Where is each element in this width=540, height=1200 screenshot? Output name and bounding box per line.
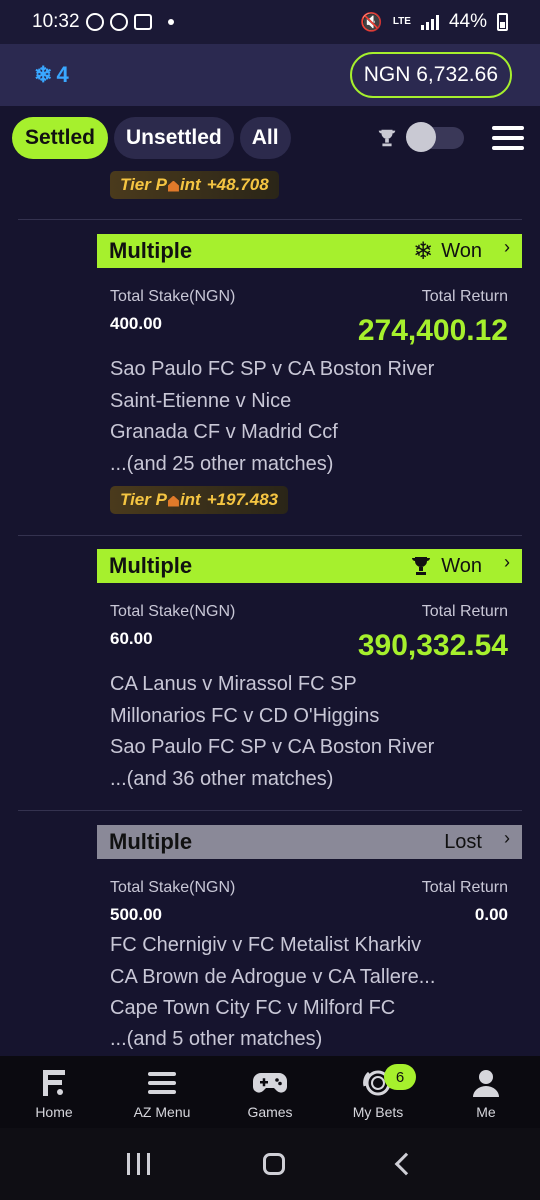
bet-type: Multiple	[109, 829, 193, 854]
home-icon	[43, 1068, 65, 1098]
bet-header[interactable]: Multiple Lost ›	[97, 825, 522, 859]
stake-label: Total Stake(NGN)	[110, 603, 236, 620]
return-value: 390,332.54	[357, 629, 508, 662]
match-item: Saint-Etienne v Nice	[110, 390, 292, 412]
tier-house-icon	[167, 180, 179, 192]
match-item: Cape Town City FC v Milford FC	[110, 997, 396, 1019]
won-only-toggle[interactable]	[406, 122, 464, 152]
return-value: 0.00	[474, 905, 508, 924]
snowflake-icon: ❄	[34, 62, 53, 87]
system-home-icon[interactable]	[262, 1153, 285, 1175]
status-bar: 10:32 🔇 LTE 44%	[0, 0, 540, 44]
nav-home[interactable]: Home	[0, 1056, 108, 1128]
trophy-icon	[412, 557, 431, 575]
hamburger-menu-icon[interactable]	[492, 126, 524, 150]
bet-labels: Total Stake(NGN) Total Return	[110, 288, 508, 306]
divider	[18, 219, 522, 220]
tab-all[interactable]: All	[239, 117, 291, 159]
status-left: 10:32	[32, 11, 174, 33]
match-item: Sao Paulo FC SP v CA Boston River	[110, 358, 435, 380]
tier-point-value: +197.483	[206, 490, 279, 509]
bet-type: Multiple	[109, 238, 193, 263]
divider	[18, 810, 522, 811]
bet-status: ❄ Won ›	[413, 236, 510, 265]
menu-icon	[148, 1068, 176, 1098]
bet-type: Multiple	[109, 553, 193, 578]
bet-status: Won ›	[409, 551, 510, 578]
bet-status: Lost ›	[444, 827, 510, 853]
match-item: Millonarios FC v CD O'Higgins	[110, 705, 380, 727]
stake-value: 400.00	[110, 314, 162, 333]
more-matches: ...(and 5 other matches)	[110, 1028, 323, 1050]
tier-point-badge: Tier Pint +197.483	[110, 486, 289, 514]
more-matches: ...(and 36 other matches)	[110, 768, 334, 790]
status-right: 🔇 LTE 44%	[360, 11, 508, 33]
tier-house-icon	[167, 495, 179, 507]
whatsapp-icon	[85, 13, 104, 31]
stake-value: 60.00	[110, 629, 153, 648]
match-item: Sao Paulo FC SP v CA Boston River	[110, 736, 435, 758]
nav-me[interactable]: Me	[432, 1056, 540, 1128]
bet-labels: Total Stake(NGN) Total Return	[110, 879, 508, 897]
mute-icon: 🔇	[360, 11, 383, 32]
stake-value: 500.00	[110, 905, 162, 924]
whatsapp-icon	[109, 13, 128, 31]
bet-header[interactable]: Multiple ❄ Won ›	[97, 234, 522, 268]
chevron-right-icon: ›	[504, 551, 510, 572]
tier-point-badge: Tier Pint +48.708	[110, 171, 279, 199]
balance-text: NGN 6,732.66	[363, 63, 498, 86]
top-header: ❄ 4 NGN 6,732.66	[0, 44, 540, 106]
filter-bar: Settled Unsettled All	[0, 106, 540, 170]
bet-header[interactable]: Multiple Won ›	[97, 549, 522, 583]
freebet-counter[interactable]: ❄ 4	[34, 62, 69, 88]
signal-icon	[420, 14, 439, 30]
trophy-filter	[376, 122, 464, 152]
bets-count-badge: 6	[384, 1064, 416, 1090]
nav-az-menu[interactable]: AZ Menu	[108, 1056, 216, 1128]
chevron-right-icon: ›	[504, 827, 510, 848]
battery-icon	[497, 13, 508, 31]
bet-labels: Total Stake(NGN) Total Return	[110, 603, 508, 621]
return-value: 274,400.12	[357, 314, 508, 347]
more-matches: ...(and 25 other matches)	[110, 453, 334, 475]
back-icon[interactable]	[394, 1152, 417, 1176]
return-label: Total Return	[421, 288, 508, 305]
gallery-icon	[133, 14, 152, 30]
snowflake-icon: ❄	[413, 237, 434, 265]
freebet-count: 4	[56, 62, 69, 87]
person-icon	[473, 1068, 499, 1098]
divider	[18, 535, 522, 536]
tier-point-value: +48.708	[206, 175, 269, 194]
stake-label: Total Stake(NGN)	[110, 288, 236, 305]
balance-pill[interactable]: NGN 6,732.66	[349, 52, 512, 98]
match-item: FC Chernigiv v FC Metalist Kharkiv	[110, 934, 422, 956]
return-label: Total Return	[421, 603, 508, 620]
trophy-icon	[378, 129, 396, 147]
match-item: Granada CF v Madrid Ccf	[110, 421, 338, 443]
match-item: CA Lanus v Mirassol FC SP	[110, 673, 357, 695]
notification-dot-icon	[167, 19, 174, 25]
lte-indicator: LTE	[392, 16, 411, 27]
return-label: Total Return	[421, 879, 508, 896]
chevron-right-icon: ›	[504, 236, 510, 257]
match-item: CA Brown de Adrogue v CA Tallere...	[110, 966, 436, 988]
battery-percent: 44%	[448, 11, 487, 32]
tab-unsettled[interactable]: Unsettled	[114, 117, 234, 159]
nav-my-bets[interactable]: 6 My Bets	[324, 1056, 432, 1128]
gamepad-icon	[253, 1068, 287, 1098]
system-nav-bar	[0, 1128, 540, 1200]
clock: 10:32	[32, 11, 80, 32]
nav-games[interactable]: Games	[216, 1056, 324, 1128]
recent-apps-icon[interactable]	[126, 1153, 150, 1175]
stake-label: Total Stake(NGN)	[110, 879, 236, 896]
toggle-knob	[406, 122, 436, 152]
tab-settled[interactable]: Settled	[12, 117, 109, 159]
bottom-nav: Home AZ Menu Games 6 My Bets Me	[0, 1056, 540, 1128]
